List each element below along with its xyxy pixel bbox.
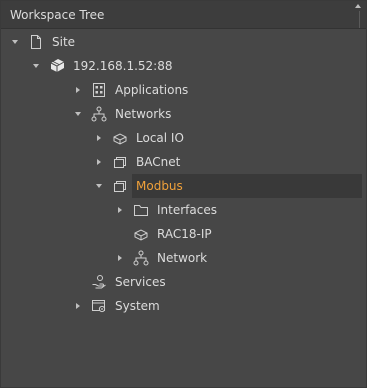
- tree-label-bacnet: BACnet: [136, 155, 181, 169]
- scroll-up-icon[interactable]: [355, 4, 361, 8]
- protocol-icon: [112, 178, 128, 194]
- network-icon: [133, 250, 149, 266]
- tree-node-system[interactable]: System: [1, 294, 362, 318]
- tree-node-services[interactable]: Services: [1, 270, 362, 294]
- tree-label-site: Site: [52, 35, 76, 49]
- tree-label-local-io: Local IO: [136, 131, 184, 145]
- tree-label-network: Network: [157, 251, 208, 265]
- tree-label-modbus: Modbus: [136, 179, 183, 193]
- expand-arrow-right-icon[interactable]: [114, 204, 126, 216]
- document-icon: [28, 34, 44, 50]
- io-module-icon: [112, 130, 128, 146]
- applications-icon: [91, 82, 107, 98]
- expand-arrow-right-icon[interactable]: [72, 300, 84, 312]
- expand-arrow-right-icon[interactable]: [93, 156, 105, 168]
- tree-node-local-io[interactable]: Local IO: [1, 126, 362, 150]
- folder-icon: [133, 202, 149, 218]
- tree-label-device: 192.168.1.52:88: [73, 59, 173, 73]
- expand-arrow-right-icon[interactable]: [114, 252, 126, 264]
- tree-node-rac18-ip[interactable]: RAC18-IP: [1, 222, 362, 246]
- tree-node-modbus[interactable]: Modbus: [1, 174, 362, 198]
- device-cube-icon: [49, 57, 65, 73]
- expand-arrow-right-icon[interactable]: [72, 84, 84, 96]
- services-hand-icon: [91, 274, 107, 290]
- tree-label-applications: Applications: [115, 83, 189, 97]
- workspace-tree-panel: Workspace Tree Site 192.168.1.52:88 Appl…: [0, 0, 367, 388]
- header-divider: [359, 11, 360, 28]
- tree-label-system: System: [115, 299, 160, 313]
- tree-node-applications[interactable]: Applications: [1, 78, 362, 102]
- tree-label-networks: Networks: [115, 107, 172, 121]
- tree-node-bacnet[interactable]: BACnet: [1, 150, 362, 174]
- expand-arrow-down-icon[interactable]: [93, 180, 105, 192]
- tree-label-rac18-ip: RAC18-IP: [157, 227, 212, 241]
- tree-node-networks[interactable]: Networks: [1, 102, 362, 126]
- tree-node-device[interactable]: 192.168.1.52:88: [1, 54, 362, 78]
- system-settings-icon: [91, 298, 107, 314]
- expand-arrow-down-icon[interactable]: [30, 60, 42, 72]
- tree-node-site[interactable]: Site: [1, 30, 362, 54]
- io-module-icon: [133, 226, 149, 242]
- protocol-icon: [112, 154, 128, 170]
- tree-label-services: Services: [115, 275, 166, 289]
- expand-arrow-right-icon[interactable]: [93, 132, 105, 144]
- panel-title: Workspace Tree: [10, 8, 105, 22]
- panel-header: Workspace Tree: [1, 1, 366, 29]
- tree-node-network[interactable]: Network: [1, 246, 362, 270]
- network-icon: [91, 106, 107, 122]
- tree-node-interfaces[interactable]: Interfaces: [1, 198, 362, 222]
- expand-arrow-down-icon[interactable]: [9, 36, 21, 48]
- expand-arrow-down-icon[interactable]: [72, 108, 84, 120]
- tree-label-interfaces: Interfaces: [157, 203, 217, 217]
